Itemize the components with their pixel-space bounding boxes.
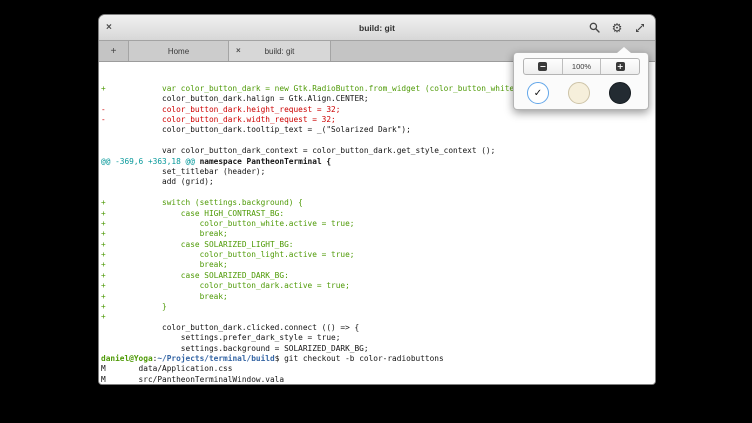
terminal-line: + [101, 312, 655, 322]
terminal-text: add (grid); [101, 177, 214, 186]
terminal-line: + color_button_white.active = true; [101, 219, 655, 229]
terminal-text: daniel@Yoga [101, 354, 153, 363]
terminal-line: settings.background = SOLARIZED_DARK_BG; [101, 344, 655, 354]
titlebar-actions: ⚙ [587, 15, 647, 40]
terminal-line: - color_button_dark.width_request = 32; [101, 115, 655, 125]
terminal-line: + switch (settings.background) { [101, 198, 655, 208]
terminal-line: M data/Application.css [101, 364, 655, 374]
terminal-text: - color_button_dark.width_request = 32; [101, 115, 336, 124]
terminal-text: + color_button_dark.active = true; [101, 281, 350, 290]
terminal-line: + break; [101, 292, 655, 302]
terminal-text: ~/Projects/terminal/build [157, 354, 274, 363]
terminal-text: + [101, 312, 106, 321]
zoom-out-icon: − [538, 62, 547, 71]
terminal-text: + color_button_white.active = true; [101, 219, 354, 228]
theme-button-high-contrast[interactable]: ✓ [527, 82, 549, 104]
terminal-text: color_button_dark.tooltip_text = _("Sola… [101, 125, 411, 134]
settings-button[interactable]: ⚙ [610, 20, 624, 36]
terminal-line: + case SOLARIZED_LIGHT_BG: [101, 240, 655, 250]
terminal-text: + color_button_light.active = true; [101, 250, 354, 259]
tab-home[interactable]: Home [129, 41, 229, 61]
terminal-text: + break; [101, 292, 228, 301]
search-icon [589, 22, 600, 33]
theme-button-solarized-light[interactable] [568, 82, 590, 104]
terminal-line [101, 136, 655, 146]
terminal-text: $ git checkout -b color-radiobuttons [275, 354, 444, 363]
zoom-level-button[interactable]: 100% [562, 59, 601, 74]
terminal-text: + break; [101, 229, 228, 238]
terminal-line: + color_button_dark.active = true; [101, 281, 655, 291]
terminal-line: color_button_dark.tooltip_text = _("Sola… [101, 125, 655, 135]
tab-close-button[interactable]: × [236, 47, 241, 55]
terminal-text: color_button_dark.halign = Gtk.Align.CEN… [101, 94, 369, 103]
terminal-line: @@ -369,6 +363,18 @@ namespace PantheonT… [101, 157, 655, 167]
terminal-line: settings.prefer_dark_style = true; [101, 333, 655, 343]
zoom-in-button[interactable]: + [600, 59, 639, 74]
tab-label: Home [168, 47, 189, 56]
terminal-text: set_titlebar (header); [101, 167, 265, 176]
zoom-control-group: − 100% + [523, 58, 640, 75]
titlebar[interactable]: × build: git ⚙ [99, 15, 655, 41]
terminal-text: M src/PantheonTerminalWindow.vala [101, 375, 284, 384]
plus-icon: + [111, 46, 117, 57]
terminal-text: + } [101, 302, 167, 311]
new-tab-button[interactable]: + [99, 41, 129, 61]
terminal-output: + var color_button_dark = new Gtk.RadioB… [101, 84, 655, 385]
popover-tail [617, 47, 631, 53]
terminal-line: M src/PantheonTerminalWindow.vala [101, 375, 655, 385]
terminal-text: M data/Application.css [101, 364, 232, 373]
settings-popover: − 100% + ✓ [513, 52, 649, 110]
terminal-text: + case SOLARIZED_LIGHT_BG: [101, 240, 293, 249]
terminal-text: namespace PantheonTerminal { [195, 157, 331, 166]
zoom-level-label: 100% [572, 62, 591, 71]
terminal-line: var color_button_dark_context = color_bu… [101, 146, 655, 156]
window-title: build: git [99, 23, 655, 33]
terminal-line: + break; [101, 229, 655, 239]
terminal-text: color_button_dark.clicked.connect (() =>… [101, 323, 359, 332]
close-icon: × [236, 46, 241, 55]
terminal-text: + case SOLARIZED_DARK_BG: [101, 271, 289, 280]
zoom-in-icon: + [616, 62, 625, 71]
search-button[interactable] [587, 20, 601, 36]
terminal-line: + } [101, 302, 655, 312]
terminal-text: - color_button_dark.height_request = 32; [101, 105, 340, 114]
terminal-text: settings.prefer_dark_style = true; [101, 333, 340, 342]
terminal-line: + case SOLARIZED_DARK_BG: [101, 271, 655, 281]
terminal-line: + case HIGH_CONTRAST_BG: [101, 209, 655, 219]
terminal-text: settings.background = SOLARIZED_DARK_BG; [101, 344, 369, 353]
terminal-line: color_button_dark.clicked.connect (() =>… [101, 323, 655, 333]
terminal-line: set_titlebar (header); [101, 167, 655, 177]
terminal-text: + break; [101, 260, 228, 269]
terminal-text: + switch (settings.background) { [101, 198, 303, 207]
zoom-out-button[interactable]: − [524, 59, 562, 74]
fullscreen-icon [635, 23, 645, 33]
terminal-screen[interactable]: + var color_button_dark = new Gtk.RadioB… [99, 62, 655, 385]
theme-button-solarized-dark[interactable] [609, 82, 631, 104]
terminal-line: + color_button_light.active = true; [101, 250, 655, 260]
terminal-line [101, 188, 655, 198]
terminal-text: @@ -369,6 +363,18 @@ [101, 157, 195, 166]
terminal-line: + break; [101, 260, 655, 270]
tab-build-git[interactable]: × build: git [229, 41, 331, 61]
tab-label: build: git [265, 47, 295, 56]
fullscreen-button[interactable] [633, 20, 647, 36]
gear-icon: ⚙ [612, 22, 623, 34]
terminal-text: + case HIGH_CONTRAST_BG: [101, 209, 284, 218]
terminal-line: add (grid); [101, 177, 655, 187]
terminal-line: daniel@Yoga:~/Projects/terminal/build$ g… [101, 354, 655, 364]
terminal-text: + var color_button_dark = new Gtk.RadioB… [101, 84, 519, 93]
terminal-text: var color_button_dark_context = color_bu… [101, 146, 495, 155]
